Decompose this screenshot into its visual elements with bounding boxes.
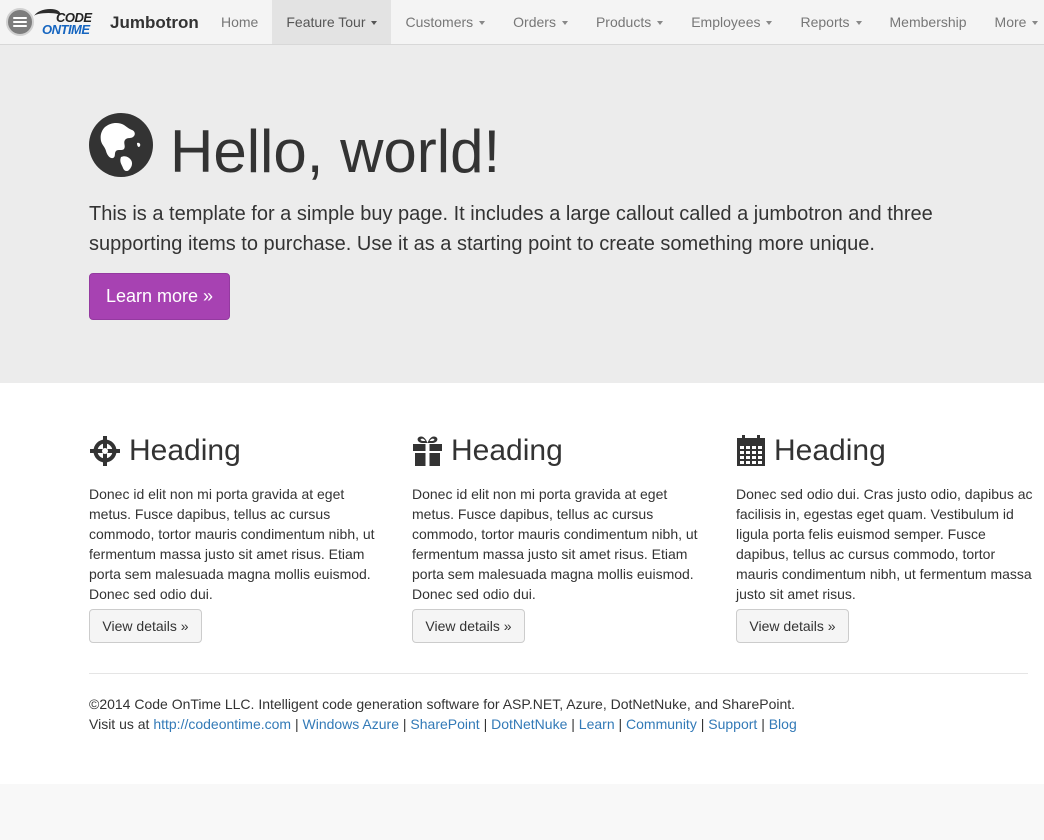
caret-down-icon (1032, 21, 1039, 25)
column-heading: Heading (412, 431, 712, 471)
column-heading-text: Heading (451, 434, 563, 467)
column-text: Donec id elit non mi porta gravida at eg… (412, 486, 698, 602)
nav-item-membership[interactable]: Membership (876, 0, 981, 44)
nav-item-home[interactable]: Home (207, 0, 272, 44)
caret-down-icon (561, 21, 568, 25)
top-navbar: CODE ONTIME Jumbotron Home Feature Tour … (0, 0, 1044, 45)
link-dotnetnuke[interactable]: DotNetNuke (491, 716, 567, 732)
copyright-text: ©2014 Code OnTime LLC. Intelligent code … (89, 696, 796, 712)
caret-down-icon (479, 21, 486, 25)
view-details-button[interactable]: View details » (736, 609, 849, 643)
gift-icon (413, 436, 442, 466)
main-content: Heading Donec id elit non mi porta gravi… (0, 383, 1044, 784)
caret-down-icon (855, 21, 862, 25)
nav-item-label: Products (595, 14, 652, 30)
calendar-icon (737, 435, 765, 466)
learn-more-button[interactable]: Learn more » (89, 273, 230, 320)
footer-divider (89, 673, 1028, 674)
footer-links-line: Visit us at http://codeontime.com | Wind… (89, 714, 1029, 734)
link-separator: | (700, 716, 705, 732)
hero-title: Hello, world! (170, 118, 501, 185)
link-separator: | (571, 716, 575, 732)
link-separator: | (483, 716, 488, 732)
nav-item-label: Employees (691, 14, 761, 30)
link-learn[interactable]: Learn (579, 716, 615, 732)
jumbotron: Hello, world! This is a template for a s… (0, 45, 1044, 383)
nav-item-more[interactable]: More (981, 0, 1044, 44)
nav-item-label: Customers (405, 14, 474, 30)
nav-item-label: Orders (513, 14, 556, 30)
link-windows-azure[interactable]: Windows Azure (303, 716, 399, 732)
globe-icon (89, 113, 153, 177)
link-codeontime[interactable]: http://codeontime.com (153, 716, 291, 732)
view-details-button[interactable]: View details » (412, 609, 525, 643)
link-separator: | (761, 716, 765, 732)
nav-item-feature-tour[interactable]: Feature Tour (272, 0, 392, 44)
feature-column-2: Heading Donec id elit non mi porta gravi… (412, 431, 712, 643)
caret-down-icon (371, 21, 378, 25)
nav-item-label: Home (221, 14, 259, 30)
column-heading: Heading (736, 431, 1036, 471)
nav-item-reports[interactable]: Reports (786, 0, 875, 44)
nav-item-orders[interactable]: Orders (499, 0, 582, 44)
link-community[interactable]: Community (626, 716, 697, 732)
nav-item-label: Reports (800, 14, 850, 30)
hero-description: This is a template for a simple buy page… (89, 203, 933, 255)
caret-down-icon (766, 21, 773, 25)
page-bottom-background (0, 784, 1044, 840)
hamburger-icon (13, 17, 27, 27)
feature-column-1: Heading Donec id elit non mi porta gravi… (89, 431, 389, 643)
column-heading-text: Heading (774, 434, 886, 467)
link-separator: | (294, 716, 299, 732)
visit-prefix: Visit us at (89, 716, 150, 732)
link-support[interactable]: Support (708, 716, 757, 732)
column-heading-text: Heading (129, 434, 241, 467)
link-separator: | (618, 716, 623, 732)
nav-item-products[interactable]: Products (582, 0, 677, 44)
column-text: Donec sed odio dui. Cras justo odio, dap… (736, 486, 1033, 602)
feature-column-3: Heading Donec sed odio dui. Cras justo o… (736, 431, 1036, 643)
column-text: Donec id elit non mi porta gravida at eg… (89, 486, 375, 602)
caret-down-icon (657, 21, 664, 25)
nav-item-label: More (994, 14, 1027, 30)
nav-item-employees[interactable]: Employees (677, 0, 786, 44)
nav-item-label: Membership (889, 14, 967, 30)
nav-item-customers[interactable]: Customers (391, 0, 499, 44)
column-heading: Heading (89, 431, 389, 471)
view-details-button[interactable]: View details » (89, 609, 202, 643)
link-blog[interactable]: Blog (769, 716, 797, 732)
crosshair-icon (90, 436, 120, 466)
page-footer: ©2014 Code OnTime LLC. Intelligent code … (89, 694, 1029, 734)
nav-item-label: Feature Tour (286, 14, 366, 30)
code-ontime-logo[interactable]: CODE ONTIME (30, 8, 98, 38)
main-menu: Home Feature Tour Customers Orders Produ… (207, 0, 1044, 44)
link-sharepoint[interactable]: SharePoint (410, 716, 479, 732)
link-separator: | (402, 716, 407, 732)
logo-text-ontime: ONTIME (42, 22, 90, 37)
app-brand[interactable]: Jumbotron (110, 13, 199, 33)
